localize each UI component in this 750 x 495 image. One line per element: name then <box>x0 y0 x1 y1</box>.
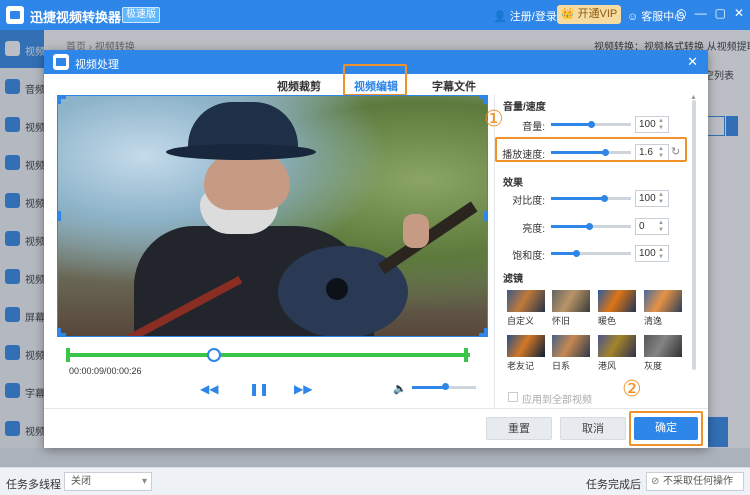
maximize-icon[interactable]: ▢ <box>715 6 726 20</box>
crop-handle-right[interactable] <box>484 211 487 221</box>
filter-hongkong[interactable]: 港风 <box>598 335 640 371</box>
brightness-knob[interactable] <box>586 223 593 230</box>
filter-thumbnail <box>552 290 590 312</box>
tab-video-crop[interactable]: 视频裁剪 <box>277 78 321 94</box>
filter-thumbnail <box>644 335 682 357</box>
filter-label: 暖色 <box>598 316 617 326</box>
timeline-track[interactable] <box>68 353 470 357</box>
highlight-tab-box <box>343 64 407 96</box>
filter-thumbnail <box>598 290 636 312</box>
video-figure-hat-brim <box>166 144 316 160</box>
filter-label: 港风 <box>598 361 617 371</box>
app-edition-badge: 极速版 <box>122 7 160 23</box>
apply-all-label: 应用到全部视频 <box>522 395 592 406</box>
prev-frame-icon[interactable]: ◀◀ <box>200 382 218 396</box>
filter-custom[interactable]: 自定义 <box>507 290 549 326</box>
filter-thumbnail <box>598 335 636 357</box>
filter-fresh[interactable]: 清逸 <box>644 290 686 326</box>
volume-adjust-fill <box>551 123 591 126</box>
after-done-label: 任务完成后 <box>586 479 641 491</box>
crop-handle-left[interactable] <box>58 211 61 221</box>
timeline-start-handle[interactable] <box>66 348 70 362</box>
filter-warm[interactable]: 暖色 <box>598 290 640 326</box>
filter-thumbnail <box>507 335 545 357</box>
vip-label: 开通VIP <box>577 8 618 20</box>
video-figure-hand <box>403 214 429 248</box>
dialog-close-icon[interactable]: ✕ <box>687 54 698 70</box>
step-marker-1: ① <box>484 106 504 131</box>
step-marker-2: ② <box>622 376 642 401</box>
filter-grayscale[interactable]: 灰度 <box>644 335 686 371</box>
brightness-spin-down-icon[interactable]: ▼ <box>657 226 665 234</box>
filter-label: 灰度 <box>644 361 663 371</box>
filter-thumbnail <box>507 290 545 312</box>
contrast-fill <box>551 197 604 200</box>
app-title: 迅捷视频转换器 <box>30 10 122 25</box>
threads-label: 任务多线程 <box>6 479 61 491</box>
after-done-select[interactable]: 不采取任何操作 <box>646 472 744 491</box>
dialog-app-icon <box>53 54 69 70</box>
contrast-knob[interactable] <box>601 195 608 202</box>
timeline-end-handle[interactable] <box>464 348 468 362</box>
highlight-speed-box <box>495 137 687 162</box>
window-controls: ◎ — ▢ ✕ <box>676 6 744 20</box>
cancel-button[interactable]: 取消 <box>560 417 626 440</box>
saturation-spin-down-icon[interactable]: ▼ <box>657 253 665 261</box>
playback-time: 00:00:09/00:00:26 <box>69 366 142 376</box>
contrast-spin-down-icon[interactable]: ▼ <box>657 198 665 206</box>
crop-handle-br-v[interactable] <box>484 328 487 336</box>
tab-subtitle-file[interactable]: 字幕文件 <box>432 78 476 94</box>
saturation-knob[interactable] <box>573 250 580 257</box>
filter-label: 老友记 <box>507 361 535 371</box>
timeline-playhead[interactable] <box>207 348 221 362</box>
filter-thumbnail <box>644 290 682 312</box>
volume-adjust-knob[interactable] <box>588 121 595 128</box>
highlight-confirm-box <box>629 411 703 446</box>
section-effects: 效果 <box>503 178 523 189</box>
video-process-dialog: 视频处理 ✕ 视频裁剪 视频编辑 字幕文件 00:00:09/00:00:26 <box>44 50 708 448</box>
apply-all-checkbox[interactable] <box>508 392 518 402</box>
volume-slider-fill <box>412 386 445 389</box>
crop-handle-tl-v[interactable] <box>58 96 61 104</box>
filter-nostalgia[interactable]: 怀旧 <box>552 290 594 326</box>
close-icon[interactable]: ✕ <box>734 6 744 20</box>
filter-label: 清逸 <box>644 316 663 326</box>
volume-icon: 🔈 <box>393 383 407 395</box>
brightness-fill <box>551 225 589 228</box>
app-titlebar: 迅捷视频转换器 极速版 👤 注册/登录 👑 开通VIP ☺ 客服中心 ◎ — ▢… <box>0 0 750 30</box>
filter-label: 日系 <box>552 361 571 371</box>
reset-button[interactable]: 重置 <box>486 417 552 440</box>
pause-icon[interactable]: ❚❚ <box>249 382 269 396</box>
section-filters: 滤镜 <box>503 274 523 285</box>
volume-spin-down-icon[interactable]: ▼ <box>657 124 665 132</box>
settings-icon[interactable]: ◎ <box>676 6 686 20</box>
volume-slider-knob[interactable] <box>442 383 449 390</box>
status-bar: 任务多线程 关闭 任务完成后 不采取任何操作 <box>0 467 750 495</box>
video-preview <box>57 95 488 337</box>
brightness-label: 亮度: <box>522 224 545 235</box>
section-audio-speed: 音量/速度 <box>503 102 546 113</box>
filter-friends[interactable]: 老友记 <box>507 335 549 371</box>
panel-scrollbar[interactable] <box>692 100 696 370</box>
video-figure-face <box>204 152 290 210</box>
filter-thumbnail <box>552 335 590 357</box>
minimize-icon[interactable]: — <box>695 6 707 20</box>
filter-label: 怀旧 <box>552 316 571 326</box>
vip-button[interactable]: 👑 开通VIP <box>557 5 621 24</box>
app-logo-icon <box>6 6 24 24</box>
saturation-label: 饱和度: <box>512 251 545 262</box>
login-link[interactable]: 👤 注册/登录 <box>493 8 557 24</box>
filter-label: 自定义 <box>507 316 535 326</box>
crop-handle-bl-v[interactable] <box>58 328 61 336</box>
next-frame-icon[interactable]: ▶▶ <box>294 382 312 396</box>
contrast-label: 对比度: <box>512 196 545 207</box>
dialog-title: 视频处理 <box>75 59 119 71</box>
crop-handle-tr-v[interactable] <box>484 96 487 104</box>
filter-japanese[interactable]: 日系 <box>552 335 594 371</box>
login-label: 注册/登录 <box>509 11 557 23</box>
threads-select[interactable]: 关闭 <box>64 472 152 491</box>
